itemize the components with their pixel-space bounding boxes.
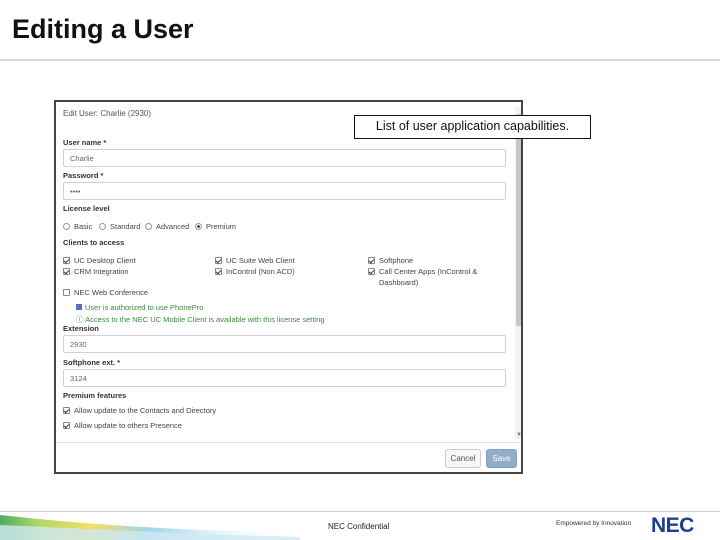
user-name-label: User name *: [63, 138, 107, 147]
scrollbar-thumb[interactable]: [516, 114, 521, 326]
confidential-label: NEC Confidential: [328, 522, 390, 531]
edit-user-dialog: Edit User: Charlie (2930) User name * Ch…: [54, 100, 523, 474]
client-label: NEC Web Conference: [74, 288, 149, 297]
radio-icon: [63, 223, 70, 230]
title-divider: [0, 59, 720, 61]
radio-icon: [99, 223, 106, 230]
scroll-down-arrow-icon[interactable]: ▼: [516, 432, 521, 438]
client-checkbox-call-center[interactable]: Call Center Apps (InControl &: [368, 267, 477, 276]
save-button[interactable]: Save: [486, 449, 517, 468]
license-option-label: Standard: [110, 222, 141, 231]
client-label: Softphone: [379, 256, 414, 265]
checkbox-checked-icon: [63, 257, 70, 264]
slide-title: Editing a User: [12, 14, 194, 44]
dialog-title: Edit User: Charlie (2930): [63, 109, 152, 118]
phonepro-note-text: User is authorized to use PhonePro: [85, 303, 204, 312]
client-checkbox-incontrol[interactable]: InControl (Non ACD): [215, 267, 295, 276]
license-radio-advanced[interactable]: Advanced: [145, 222, 189, 231]
client-label: CRM Integration: [74, 267, 129, 276]
premium-label: Allow update to the Contacts and Directo…: [74, 406, 217, 415]
client-checkbox-uc-desktop[interactable]: UC Desktop Client: [63, 256, 136, 265]
checkbox-checked-icon: [63, 268, 70, 275]
swoosh-graphic: [0, 511, 300, 540]
capabilities-callout: List of user application capabilities.: [354, 115, 591, 139]
checkbox-checked-icon: [63, 407, 70, 414]
license-option-label: Advanced: [156, 222, 190, 231]
client-label: UC Suite Web Client: [226, 256, 295, 265]
extension-input[interactable]: 2930: [63, 335, 506, 353]
premium-checkbox-contacts[interactable]: Allow update to the Contacts and Directo…: [63, 406, 216, 415]
swoosh-svg: [0, 515, 300, 540]
radio-selected-icon: [195, 223, 202, 230]
license-radio-premium[interactable]: Premium: [195, 222, 236, 231]
client-label: Call Center Apps (InControl &: [379, 267, 478, 276]
extension-label: Extension: [63, 324, 99, 333]
license-level-label: License level: [63, 204, 110, 213]
cancel-button[interactable]: Cancel: [445, 449, 481, 468]
checkbox-checked-icon: [215, 268, 222, 275]
license-option-label: Basic: [74, 222, 93, 231]
client-checkbox-web-conference[interactable]: NEC Web Conference: [63, 288, 148, 297]
client-label: InControl (Non ACD): [226, 267, 295, 276]
info-icon: ⓘ: [76, 315, 84, 324]
mobile-client-note-text: Access to the NEC UC Mobile Client is av…: [85, 315, 325, 324]
license-option-label: Premium: [206, 222, 237, 231]
client-label-continued: Dashboard): [379, 278, 419, 287]
radio-icon: [145, 223, 152, 230]
user-name-input[interactable]: Charlie: [63, 149, 506, 167]
client-checkbox-softphone[interactable]: Softphone: [368, 256, 413, 265]
tagline: Empowered by Innovation: [556, 520, 632, 527]
premium-checkbox-presence[interactable]: Allow update to others Presence: [63, 421, 182, 430]
dialog-body: Edit User: Charlie (2930) User name * Ch…: [56, 102, 521, 442]
checkbox-checked-icon: [368, 257, 375, 264]
client-checkbox-uc-suite-web[interactable]: UC Suite Web Client: [215, 256, 295, 265]
clients-label: Clients to access: [63, 238, 125, 247]
checkbox-checked-icon: [215, 257, 222, 264]
client-label: UC Desktop Client: [74, 256, 136, 265]
softphone-ext-input[interactable]: 3124: [63, 369, 506, 387]
password-input[interactable]: ••••: [63, 182, 506, 200]
checkbox-unchecked-icon: [63, 289, 70, 296]
mobile-client-note: ⓘ Access to the NEC UC Mobile Client is …: [76, 314, 324, 325]
license-radio-standard[interactable]: Standard: [99, 222, 140, 231]
checkbox-checked-icon: [63, 422, 70, 429]
license-radio-basic[interactable]: Basic: [63, 222, 92, 231]
password-label: Password *: [63, 171, 104, 180]
nec-logo: NEC: [651, 514, 694, 537]
softphone-ext-label: Softphone ext. *: [63, 358, 121, 367]
premium-label: Allow update to others Presence: [74, 421, 182, 430]
premium-features-label: Premium features: [63, 391, 127, 400]
checkbox-checked-icon: [368, 268, 375, 275]
checkbox-checked-icon: [76, 304, 82, 310]
client-checkbox-crm[interactable]: CRM Integration: [63, 267, 129, 276]
dialog-footer-divider: [56, 442, 521, 443]
phonepro-note: User is authorized to use PhonePro: [76, 303, 203, 312]
